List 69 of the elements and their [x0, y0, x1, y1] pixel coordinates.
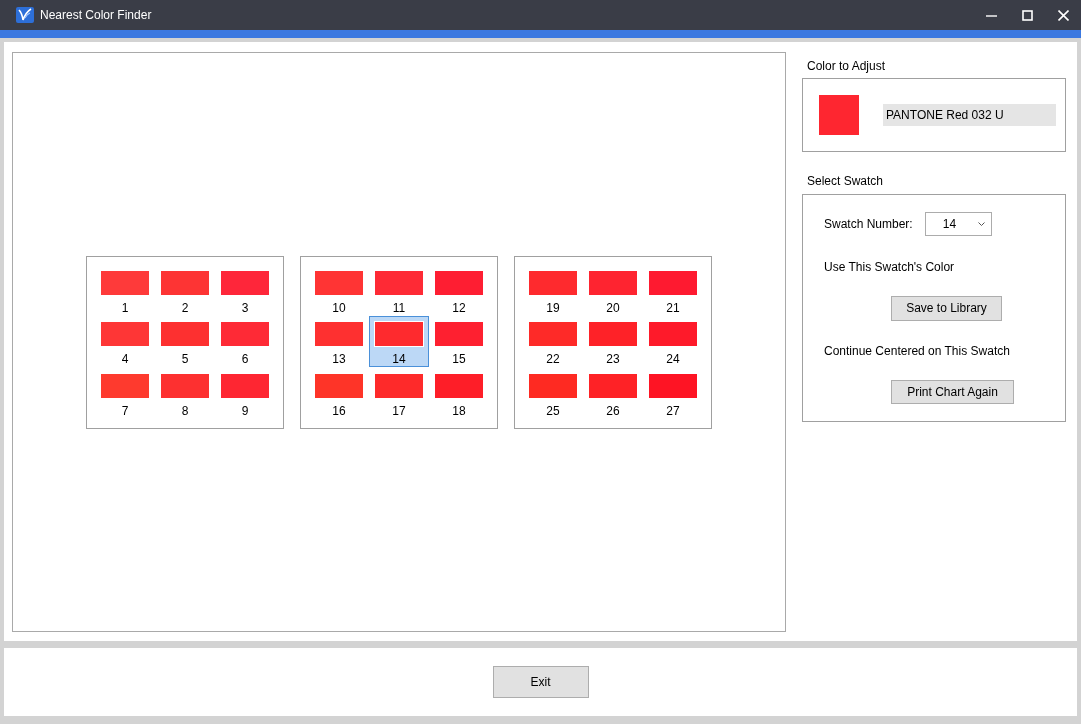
swatch-number-label: 12	[452, 300, 466, 316]
print-chart-button[interactable]: Print Chart Again	[891, 379, 1014, 404]
window-title: Nearest Color Finder	[40, 7, 152, 24]
exit-button[interactable]: Exit	[492, 666, 589, 698]
maximize-icon	[1021, 9, 1033, 21]
swatch-number-label: 3	[241, 300, 249, 316]
swatch-number-label: 10	[332, 300, 346, 316]
swatch-cell[interactable]: 14	[369, 316, 429, 367]
swatch-cell[interactable]: 7	[95, 367, 155, 419]
swatch-cell[interactable]: 9	[215, 367, 275, 419]
swatch-cell[interactable]: 23	[583, 316, 643, 367]
swatch-number-label: 5	[181, 352, 189, 367]
app-logo-icon	[16, 7, 34, 23]
swatch-number-label: 23	[606, 352, 620, 367]
close-icon	[1057, 9, 1069, 21]
color-name-field[interactable]: PANTONE Red 032 U	[883, 104, 1056, 126]
swatch-cell[interactable]: 27	[643, 367, 703, 419]
swatch-number-label: 16	[332, 403, 346, 419]
swatch-cell[interactable]: 8	[155, 367, 215, 419]
swatch-cell[interactable]: 12	[429, 264, 489, 316]
swatch-number-label: 19	[546, 300, 560, 316]
swatch-cell[interactable]: 11	[369, 264, 429, 316]
swatch-number-label: 7	[121, 403, 129, 419]
swatch-cell[interactable]: 4	[95, 316, 155, 367]
swatch-number-label: 26	[606, 403, 620, 419]
swatch-number-label: 25	[546, 403, 560, 419]
swatch-cell[interactable]: 1	[95, 264, 155, 316]
swatch-number-label: 20	[606, 300, 620, 316]
field-label: Swatch Number:	[824, 216, 913, 232]
swatch-cell[interactable]: 20	[583, 264, 643, 316]
swatch-cell[interactable]: 22	[523, 316, 583, 367]
swatch-number-label: 4	[121, 352, 129, 367]
swatch-cell[interactable]: 10	[309, 264, 369, 316]
swatch-number-label: 18	[452, 403, 466, 419]
swatch-cell[interactable]: 6	[215, 316, 275, 367]
swatch-cell[interactable]: 2	[155, 264, 215, 316]
swatch-number-label: 22	[546, 352, 560, 367]
chevron-down-icon	[977, 222, 985, 226]
swatch-cell[interactable]: 13	[309, 316, 369, 367]
swatch-cell[interactable]: 17	[369, 367, 429, 419]
swatch-cell[interactable]: 19	[523, 264, 583, 316]
swatch-number-label: 14	[392, 352, 406, 367]
swatch-number-label: 11	[392, 300, 406, 316]
swatch-cell[interactable]: 3	[215, 264, 275, 316]
instruction-label: Continue Centered on This Swatch	[824, 342, 1011, 359]
swatch-number-label: 27	[666, 403, 680, 419]
swatch-cell[interactable]: 25	[523, 367, 583, 419]
swatch-cell[interactable]: 26	[583, 367, 643, 419]
swatch-number-label: 17	[392, 403, 406, 419]
swatch-cell[interactable]: 16	[309, 367, 369, 419]
swatch-cell[interactable]: 18	[429, 367, 489, 419]
swatch-number-dropdown[interactable]: 14	[924, 212, 992, 236]
swatch-number-label: 15	[452, 352, 466, 367]
swatch-cell[interactable]: 15	[429, 316, 489, 367]
swatch-number-label: 2	[181, 300, 189, 316]
section-heading: Select Swatch	[807, 173, 885, 189]
swatch-number-label: 13	[332, 352, 346, 367]
swatch-cell[interactable]: 21	[643, 264, 703, 316]
swatch-number-label: 6	[241, 352, 249, 367]
swatch-cell[interactable]: 24	[643, 316, 703, 367]
swatch-number-label: 21	[666, 300, 680, 316]
instruction-label: Use This Swatch's Color	[824, 259, 956, 275]
swatch-number-label: 8	[181, 403, 189, 419]
swatch-number-label: 1	[121, 300, 129, 316]
swatch-number-label: 24	[666, 352, 680, 367]
save-to-library-button[interactable]: Save to Library	[891, 296, 1002, 321]
swatch-cell[interactable]: 5	[155, 316, 215, 367]
swatch-number-label: 9	[241, 403, 249, 419]
section-heading: Color to Adjust	[807, 58, 887, 74]
